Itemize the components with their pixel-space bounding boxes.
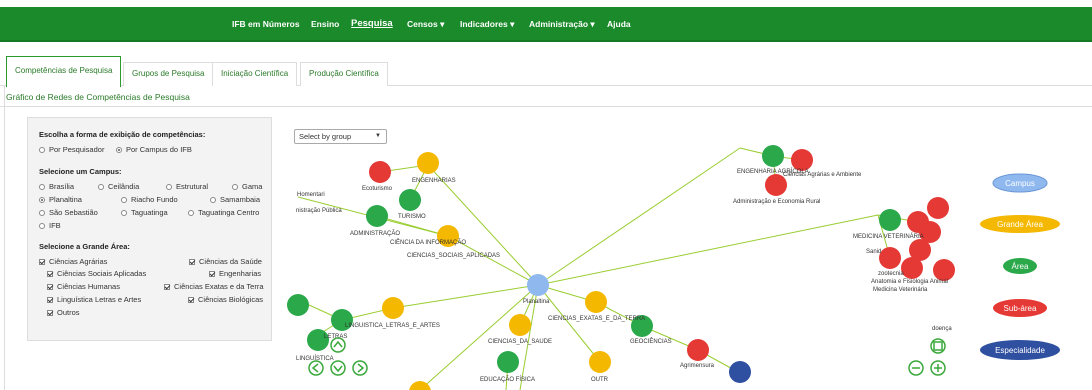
node-area[interactable] [287, 294, 309, 316]
label-node: GEOCIÊNCIAS [630, 337, 672, 345]
network-graph[interactable]: Planaltina ENGENHARIAS Ecoturismo TURISM… [0, 0, 1092, 390]
label-node: nistração Pública [296, 208, 342, 214]
label-node: Homentari [297, 192, 325, 198]
node-grande-area[interactable] [509, 314, 531, 336]
node-sub-area[interactable] [791, 149, 813, 171]
label-center: Planaltina [523, 299, 550, 305]
label-node: CIÊNCIA DA INFORMAÇÃO [390, 238, 466, 246]
label-node: TURISMO [398, 214, 426, 220]
label-node: doença [932, 326, 952, 332]
chevron-down-icon: ▼ [375, 133, 381, 139]
label-node: zootecnia [878, 271, 904, 277]
node-sub-area[interactable] [933, 259, 955, 281]
node-sub-area[interactable] [927, 197, 949, 219]
graph-controls [308, 337, 946, 376]
graph-edges [297, 147, 919, 390]
node-sub-area[interactable] [369, 161, 391, 183]
label-node: CIENCIAS_DA_SAUDE [488, 339, 552, 345]
legend-area-label: Área [1012, 262, 1029, 271]
node-sub-area[interactable] [901, 257, 923, 279]
node-area[interactable] [762, 145, 784, 167]
node-sub-area[interactable] [687, 339, 709, 361]
node-grande-area[interactable] [589, 351, 611, 373]
pan-left-icon[interactable] [308, 360, 324, 376]
node-campus[interactable] [527, 274, 549, 296]
group-select-value: Select by group [299, 132, 352, 141]
label-node: Sanid [866, 249, 881, 255]
label-node: Anatomia e Fisiologia Animal [871, 279, 948, 285]
pan-up-icon[interactable] [330, 337, 346, 353]
legend-grande-area-label: Grande Área [997, 220, 1043, 229]
label-node: MEDICINA VETERINÁRIA [853, 233, 924, 240]
label-node: CIENCIAS_EXATAS_E_DA_TERRA [548, 316, 645, 322]
group-select[interactable]: Select by group ▼ [294, 129, 387, 144]
legend-campus-label: Campus [1005, 179, 1035, 188]
label-node: Medicina Veterinária [873, 287, 928, 293]
label-node: CIENCIAS_SOCIAIS_APLICADAS [407, 253, 500, 259]
node-grande-area[interactable] [409, 381, 431, 390]
node-area[interactable] [366, 205, 388, 227]
node-grande-area[interactable] [382, 297, 404, 319]
legend-sub-area-label: Sub-área [1004, 304, 1037, 313]
pan-right-icon[interactable] [352, 360, 368, 376]
fit-icon[interactable] [930, 338, 946, 354]
label-node: Ciências Agrárias e Ambiente [783, 172, 862, 178]
legend: Campus Grande Área Área Sub-área Especia… [980, 173, 1060, 360]
node-sub-area[interactable] [879, 247, 901, 269]
node-grande-area[interactable] [417, 152, 439, 174]
label-node: LINGUISTICA_LETRAS_E_ARTES [345, 323, 440, 329]
pan-down-icon[interactable] [330, 360, 346, 376]
label-node: Ecoturismo [362, 186, 393, 192]
label-node: ADMINISTRAÇÃO [350, 230, 400, 237]
label-node: Agrimensura [680, 363, 715, 369]
label-node: EDUCAÇÃO FÍSICA [480, 376, 535, 383]
label-node: OUTR [591, 377, 609, 383]
node-especialidade[interactable] [729, 361, 751, 383]
label-node: Administração e Economia Rural [733, 199, 820, 205]
legend-especialidade-label: Especialidade [995, 346, 1045, 355]
label-node: ENGENHARIAS [412, 178, 456, 184]
graph-labels: Planaltina ENGENHARIAS Ecoturismo TURISM… [296, 168, 952, 383]
node-area[interactable] [399, 189, 421, 211]
node-area[interactable] [879, 209, 901, 231]
node-grande-area[interactable] [585, 291, 607, 313]
node-area[interactable] [497, 351, 519, 373]
node-area[interactable] [307, 329, 329, 351]
